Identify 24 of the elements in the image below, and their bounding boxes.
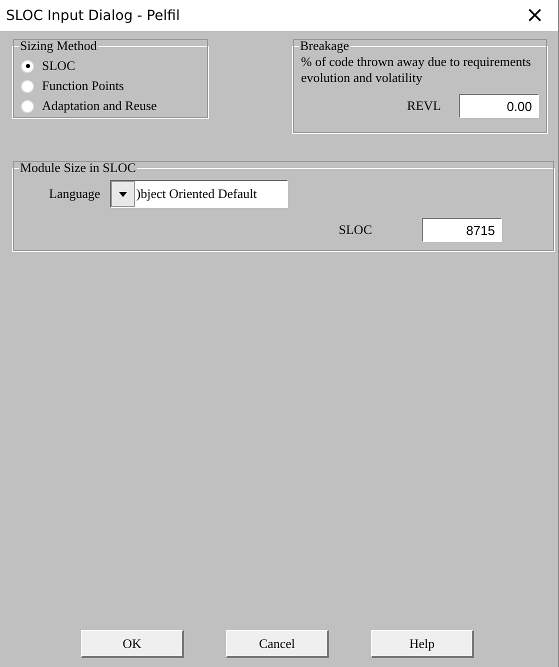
radio-label[interactable]: Adaptation and Reuse xyxy=(42,98,157,114)
dialog-button[interactable]: OK xyxy=(81,630,184,658)
window-title: SLOC Input Dialog - Pelfil xyxy=(6,8,180,24)
revl-field[interactable]: 0.00 xyxy=(459,94,539,118)
dropdown-value: )bject Oriented Default xyxy=(135,186,257,202)
dropdown-button[interactable] xyxy=(111,181,136,207)
radio-label[interactable]: Function Points xyxy=(42,78,124,94)
radio-button[interactable] xyxy=(21,100,34,112)
field-label: SLOC xyxy=(338,222,372,238)
field-label: REVL xyxy=(407,98,441,114)
group-title: Sizing Method xyxy=(19,38,98,54)
sloc-field[interactable]: 8715 xyxy=(422,218,502,242)
radio-button[interactable] xyxy=(21,60,34,72)
group-title: Breakage xyxy=(299,38,350,54)
language-dropdown[interactable]: )bject Oriented Default xyxy=(110,180,288,208)
caret-icon xyxy=(119,192,128,196)
description-text: % of code thrown away due to requirements evolution and volatility xyxy=(301,54,532,86)
dialog-button[interactable]: Help xyxy=(371,630,474,658)
dialog-button[interactable]: Cancel xyxy=(226,630,329,658)
field-label: Language xyxy=(49,186,100,202)
close-button[interactable]: × xyxy=(520,3,550,28)
group-title: Module Size in SLOC xyxy=(19,160,137,176)
radio-button[interactable] xyxy=(21,80,34,92)
radio-label[interactable]: SLOC xyxy=(42,58,76,74)
